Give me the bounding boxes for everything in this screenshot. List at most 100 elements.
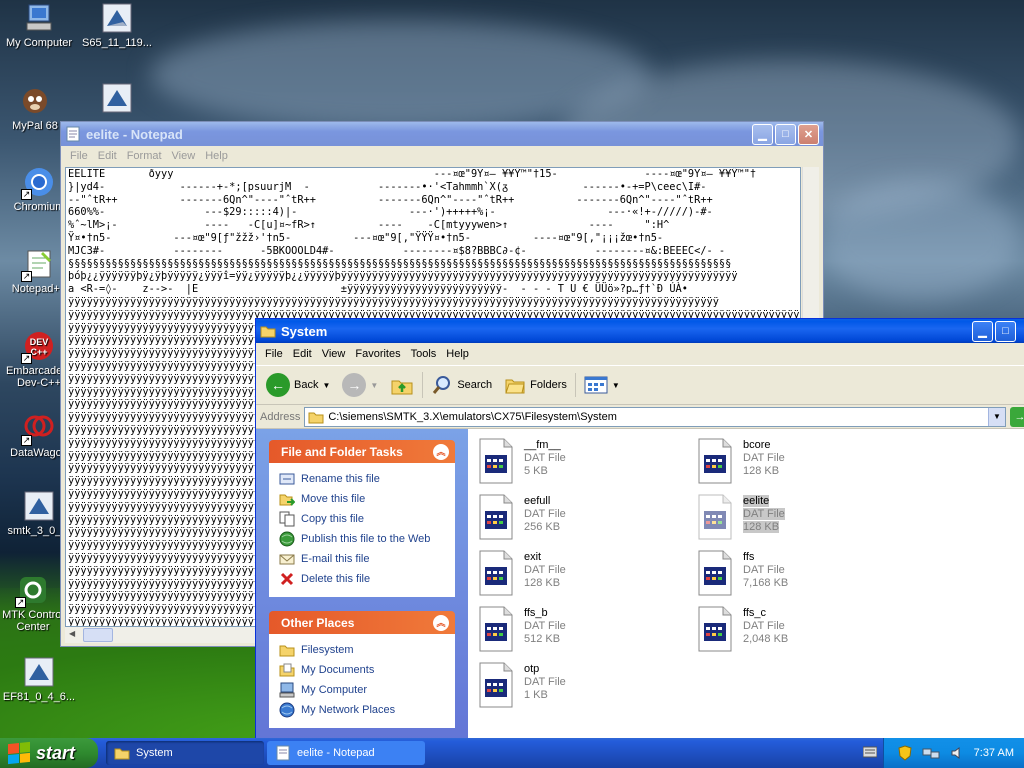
chevron-down-icon[interactable]: ▼ bbox=[322, 381, 330, 390]
file-item[interactable]: eelite DAT File 128 KB bbox=[695, 493, 895, 545]
file-size: 5 KB bbox=[524, 465, 548, 477]
file-item[interactable]: bcore DAT File 128 KB bbox=[695, 437, 895, 489]
chevron-down-icon[interactable]: ▼ bbox=[370, 381, 378, 390]
task-label: Publish this file to the Web bbox=[301, 533, 431, 545]
task-publish[interactable]: Publish this file to the Web bbox=[279, 529, 445, 549]
file-type: DAT File bbox=[524, 508, 566, 520]
file-item[interactable]: eefull DAT File 256 KB bbox=[476, 493, 676, 545]
back-button[interactable]: ← Back ▼ bbox=[262, 371, 334, 399]
maximize-button[interactable]: □ bbox=[775, 123, 796, 145]
menu-view[interactable]: View bbox=[167, 150, 201, 162]
close-button[interactable]: ✕ bbox=[798, 123, 819, 145]
taskbar-item-label: System bbox=[136, 747, 173, 759]
address-dropdown-button[interactable]: ▼ bbox=[988, 407, 1005, 426]
explorer-titlebar[interactable]: System ▁ □ bbox=[256, 319, 1024, 343]
file-item[interactable]: ffs_c DAT File 2,048 KB bbox=[695, 605, 895, 657]
task-label: Delete this file bbox=[301, 573, 371, 585]
back-arrow-icon: ← bbox=[266, 373, 290, 397]
desktop-icon-ef81[interactable]: EF81_0_4_6... bbox=[0, 656, 78, 703]
chevron-down-icon: ▼ bbox=[993, 412, 1001, 421]
volume-icon[interactable] bbox=[950, 746, 964, 760]
file-type: DAT File bbox=[743, 508, 785, 520]
notepad-titlebar[interactable]: eelite - Notepad ▁ □ ✕ bbox=[61, 122, 823, 146]
minimize-icon: ▁ bbox=[978, 325, 987, 338]
task-rename[interactable]: Rename this file bbox=[279, 469, 445, 489]
svg-text:DEV: DEV bbox=[30, 337, 49, 347]
up-folder-icon bbox=[391, 380, 413, 395]
explorer-menubar: File Edit View Favorites Tools Help bbox=[256, 343, 1024, 365]
minimize-button[interactable]: ▁ bbox=[972, 320, 993, 342]
file-type: DAT File bbox=[743, 452, 785, 464]
place-my-documents[interactable]: My Documents bbox=[279, 660, 445, 680]
scroll-left-icon[interactable]: ◀ bbox=[69, 629, 75, 638]
folder-icon bbox=[260, 323, 276, 339]
notepad-plus-icon: ↗ bbox=[21, 248, 55, 282]
other-places-panel: Other Places ︽ Filesystem My Documents M… bbox=[269, 611, 455, 728]
go-button[interactable]: → bbox=[1010, 406, 1024, 427]
panel-header[interactable]: Other Places ︽ bbox=[269, 611, 455, 634]
taskbar-item-notepad[interactable]: eelite - Notepad bbox=[267, 741, 425, 765]
dat-file-icon bbox=[479, 606, 513, 652]
menu-tools[interactable]: Tools bbox=[406, 348, 442, 360]
place-filesystem[interactable]: Filesystem bbox=[279, 640, 445, 660]
move-icon bbox=[279, 494, 295, 506]
place-my-computer[interactable]: My Computer bbox=[279, 680, 445, 700]
file-size: 512 KB bbox=[524, 633, 561, 645]
file-item[interactable]: exit DAT File 128 KB bbox=[476, 549, 676, 601]
menu-format[interactable]: Format bbox=[122, 150, 167, 162]
file-item[interactable]: ffs DAT File 7,168 KB bbox=[695, 549, 895, 601]
menu-help[interactable]: Help bbox=[200, 150, 233, 162]
address-field[interactable]: C:\siemens\SMTK_3.X\emulators\CX75\Files… bbox=[304, 406, 1006, 427]
up-folder-button[interactable] bbox=[386, 371, 418, 399]
task-move[interactable]: Move this file bbox=[279, 489, 445, 509]
notepad-menubar: File Edit Format View Help bbox=[61, 146, 823, 166]
panel-title: Other Places bbox=[281, 615, 355, 630]
task-copy[interactable]: Copy this file bbox=[279, 509, 445, 529]
desktop-icon-my-computer[interactable]: My Computer bbox=[0, 2, 78, 49]
collapse-icon[interactable]: ︽ bbox=[433, 443, 449, 460]
file-item[interactable]: otp DAT File 1 KB bbox=[476, 661, 676, 713]
file-type: DAT File bbox=[524, 620, 566, 632]
forward-button[interactable]: → ▼ bbox=[338, 371, 382, 399]
desktop-icon-label: My Computer bbox=[5, 37, 73, 49]
scroll-thumb[interactable] bbox=[83, 628, 113, 642]
file-name: exit bbox=[524, 551, 542, 563]
panel-body: Rename this file Move this file Copy thi… bbox=[269, 463, 455, 597]
task-delete[interactable]: Delete this file bbox=[279, 569, 445, 589]
folders-label: Folders bbox=[530, 379, 567, 391]
dat-file-icon bbox=[698, 606, 732, 652]
panel-header[interactable]: File and Folder Tasks ︽ bbox=[269, 440, 455, 463]
minimize-button[interactable]: ▁ bbox=[752, 123, 773, 145]
menu-edit[interactable]: Edit bbox=[288, 348, 317, 360]
views-button[interactable]: ▼ bbox=[574, 373, 624, 397]
place-network[interactable]: My Network Places bbox=[279, 700, 445, 720]
explorer-window[interactable]: System ▁ □ File Edit View Favorites Tool… bbox=[255, 318, 1024, 742]
folder-icon bbox=[308, 412, 324, 423]
keyboard-icon[interactable] bbox=[862, 746, 878, 761]
start-button[interactable]: start bbox=[0, 738, 98, 768]
task-label: Move this file bbox=[301, 493, 366, 505]
security-shield-icon[interactable] bbox=[898, 745, 912, 761]
network-tray-icon[interactable] bbox=[922, 746, 940, 760]
desktop-icon-siemens-2[interactable] bbox=[78, 82, 156, 117]
clock[interactable]: 7:37 AM bbox=[974, 747, 1014, 759]
menu-view[interactable]: View bbox=[317, 348, 351, 360]
task-label: Copy this file bbox=[301, 513, 364, 525]
file-type: DAT File bbox=[524, 452, 566, 464]
desktop-icon-s65[interactable]: S65_11_119... bbox=[78, 2, 156, 49]
menu-edit[interactable]: Edit bbox=[93, 150, 122, 162]
search-button[interactable]: Search bbox=[422, 372, 496, 398]
window-title: eelite - Notepad bbox=[86, 126, 183, 142]
file-item[interactable]: __fm__ DAT File 5 KB bbox=[476, 437, 676, 489]
mypal-icon bbox=[19, 85, 51, 117]
maximize-button[interactable]: □ bbox=[995, 320, 1016, 342]
menu-file[interactable]: File bbox=[260, 348, 288, 360]
menu-file[interactable]: File bbox=[65, 150, 93, 162]
folders-button[interactable]: Folders bbox=[500, 372, 571, 398]
taskbar-item-system[interactable]: System bbox=[106, 741, 264, 765]
collapse-icon[interactable]: ︽ bbox=[433, 614, 449, 631]
file-item[interactable]: ffs_b DAT File 512 KB bbox=[476, 605, 676, 657]
menu-help[interactable]: Help bbox=[441, 348, 474, 360]
task-email[interactable]: E-mail this file bbox=[279, 549, 445, 569]
menu-favorites[interactable]: Favorites bbox=[350, 348, 405, 360]
